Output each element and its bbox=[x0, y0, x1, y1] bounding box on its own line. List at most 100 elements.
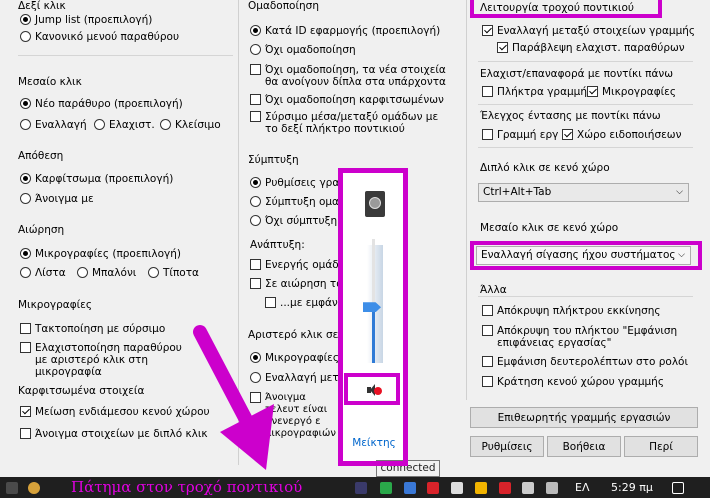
radio-label: Μικρογραφίες (προεπιλογή) bbox=[35, 248, 182, 260]
app-icon[interactable] bbox=[427, 482, 439, 494]
checkbox-box bbox=[250, 278, 261, 289]
app-icon[interactable] bbox=[28, 482, 40, 494]
radio-pin[interactable]: Καρφίτσωμα (προεπιλογή) bbox=[20, 173, 173, 185]
checkbox-label: Χώρο ειδοποιήσεων bbox=[577, 129, 682, 141]
checkbox-label: Ενεργής ομάδα bbox=[265, 259, 346, 271]
checkbox-label: Ελαχιστοποίηση παραθύρου με αριστερό κλι… bbox=[35, 342, 182, 378]
radio-label: Κανονικό μενού παραθύρου bbox=[35, 31, 180, 43]
check-on-hover[interactable]: Σε αιώρηση του bbox=[250, 278, 349, 290]
check-keep-space[interactable]: Κράτηση κενού χώρου γραμμής bbox=[482, 376, 664, 388]
checkbox-label: Πλήκτρα γραμμής bbox=[497, 86, 594, 98]
check-no-group-next[interactable]: Όχι ομαδοποίηση, τα νέα στοιχεία θα ανοί… bbox=[250, 64, 450, 88]
radio-label: Όχι σύμπτυξη ο bbox=[265, 215, 347, 227]
radio-list[interactable]: Λίστα bbox=[20, 267, 66, 279]
check-switch-items[interactable]: Εναλλαγή μεταξύ στοιχείων γραμμής bbox=[482, 25, 695, 37]
column-separator bbox=[466, 0, 467, 400]
app-icon[interactable] bbox=[6, 482, 18, 494]
group-title-right-click: Δεξί κλικ bbox=[18, 0, 66, 12]
radio-new-window[interactable]: Νέο παράθυρο (προεπιλογή) bbox=[20, 98, 183, 110]
radio-group-appid[interactable]: Κατά ID εφαρμογής (προεπιλογή) bbox=[250, 25, 440, 37]
checkbox-label: Σύρσιμο μέσα/μεταξύ ομάδων με το δεξί πλ… bbox=[265, 111, 439, 135]
check-active-group[interactable]: Ενεργής ομάδα bbox=[250, 259, 346, 271]
checkbox-label: Μικρογραφίες bbox=[602, 86, 677, 98]
checkbox-box bbox=[482, 376, 493, 387]
radio-balloon[interactable]: Μπαλόνι bbox=[77, 267, 136, 279]
checkbox-box bbox=[482, 86, 493, 97]
radio-switch[interactable]: Εναλλαγή bbox=[20, 119, 87, 131]
divider bbox=[478, 147, 693, 148]
checkbox-box bbox=[482, 305, 493, 316]
check-with-show[interactable]: ...με εμφάν bbox=[265, 297, 338, 309]
group-title-middle-click: Μεσαίο κλικ bbox=[18, 76, 82, 88]
checkbox-label: Όχι ομαδοποίηση καρφιτσωμένων bbox=[265, 94, 444, 106]
radio-combine-group[interactable]: Σύμπτυξη ομαδ bbox=[250, 196, 345, 208]
dblclick-select[interactable]: Ctrl+Alt+Tab ⌵ bbox=[478, 183, 689, 202]
notification-icon[interactable] bbox=[672, 482, 684, 494]
taskbar-inspector-button[interactable]: Επιθεωρητής γραμμής εργασιών bbox=[470, 407, 698, 428]
radio-nothing[interactable]: Τίποτα bbox=[148, 267, 199, 279]
check-skip-minimized[interactable]: Παράβλεψη ελαχιστ. παραθύρων bbox=[497, 42, 685, 54]
radio-label: Ελαχιστ. bbox=[109, 119, 155, 131]
radio-indicator bbox=[20, 31, 31, 42]
radio-close[interactable]: Κλείσιμο bbox=[160, 119, 221, 131]
language-indicator[interactable]: ΕΛ bbox=[575, 481, 589, 494]
app-icon[interactable] bbox=[404, 482, 416, 494]
radio-no-group[interactable]: Όχι ομαδοποίηση bbox=[250, 44, 356, 56]
checkbox-box bbox=[482, 356, 493, 367]
app-icon[interactable] bbox=[451, 482, 463, 494]
clock[interactable]: 5:29 πμ bbox=[611, 481, 653, 494]
check-show-seconds[interactable]: Εμφάνιση δευτερολέπτων στο ρολόι bbox=[482, 356, 688, 368]
radio-indicator bbox=[250, 215, 261, 226]
volume-icon[interactable] bbox=[546, 482, 558, 494]
check-hide-showdesktop[interactable]: Απόκρυψη του πλήκτου "Εμφάνιση επιφάνεια… bbox=[482, 325, 687, 349]
check-hide-start[interactable]: Απόκρυψη πλήκτρου εκκίνησης bbox=[482, 305, 661, 317]
checkbox-box bbox=[497, 42, 508, 53]
radio-indicator bbox=[77, 267, 88, 278]
check-arrange-drag[interactable]: Τακτοποίηση με σύρσιμο bbox=[20, 323, 165, 335]
radio-indicator bbox=[20, 248, 31, 259]
radio-label: Άνοιγμα με bbox=[35, 193, 94, 205]
checkbox-box bbox=[482, 25, 493, 36]
radio-indicator bbox=[148, 267, 159, 278]
radio-window-menu[interactable]: Κανονικό μενού παραθύρου bbox=[20, 31, 179, 43]
check-vol-taskbar[interactable]: Γραμμή εργ bbox=[482, 129, 558, 141]
radio-indicator bbox=[94, 119, 105, 130]
check-minimize-thumb[interactable]: Ελαχιστοποίηση παραθύρου με αριστερό κλι… bbox=[20, 342, 190, 378]
shield-icon[interactable] bbox=[380, 482, 392, 494]
highlight-box-mixer bbox=[338, 168, 408, 466]
radio-indicator bbox=[20, 14, 31, 25]
help-button[interactable]: Βοήθεια bbox=[547, 436, 621, 457]
check-no-group-pinned[interactable]: Όχι ομαδοποίηση καρφιτσωμένων bbox=[250, 94, 444, 106]
check-bar-buttons[interactable]: Πλήκτρα γραμμής bbox=[482, 86, 593, 98]
group-title-volume: Έλεγχος έντασης με ποντίκι πάνω bbox=[480, 110, 661, 122]
radio-label: Όχι ομαδοποίηση bbox=[265, 44, 356, 56]
annotation-arrow bbox=[193, 325, 274, 470]
network-icon[interactable] bbox=[522, 482, 534, 494]
about-button[interactable]: Περί bbox=[624, 436, 698, 457]
checkbox-label: Τακτοποίηση με σύρσιμο bbox=[35, 323, 166, 335]
check-vol-tray[interactable]: Χώρο ειδοποιήσεων bbox=[562, 129, 681, 141]
checkbox-box bbox=[250, 111, 261, 122]
radio-indicator bbox=[250, 177, 261, 188]
highlight-box-wheel bbox=[470, 0, 662, 18]
radio-label: Σύμπτυξη ομαδ bbox=[265, 196, 346, 208]
check-min-thumbnails[interactable]: Μικρογραφίες bbox=[587, 86, 676, 98]
radio-combine-settings[interactable]: Ρυθμίσεις γραμ bbox=[250, 177, 346, 189]
radio-minimize[interactable]: Ελαχιστ. bbox=[94, 119, 155, 131]
radio-indicator bbox=[250, 25, 261, 36]
radio-jumplist[interactable]: Jump list (προεπιλογή) bbox=[20, 14, 152, 26]
radio-open-with[interactable]: Άνοιγμα με bbox=[20, 193, 94, 205]
drive-icon[interactable] bbox=[475, 482, 487, 494]
app-icon[interactable] bbox=[499, 482, 511, 494]
checkbox-box bbox=[587, 86, 598, 97]
settings-button[interactable]: Ρυθμίσεις bbox=[470, 436, 544, 457]
radio-label: Μπαλόνι bbox=[92, 267, 137, 279]
checkbox-label: Κράτηση κενού χώρου γραμμής bbox=[497, 376, 665, 388]
check-drag-right[interactable]: Σύρσιμο μέσα/μεταξύ ομάδων με το δεξί πλ… bbox=[250, 111, 450, 135]
radio-thumbnails[interactable]: Μικρογραφίες (προεπιλογή) bbox=[20, 248, 181, 260]
radio-indicator bbox=[20, 193, 31, 204]
radio-no-combine[interactable]: Όχι σύμπτυξη ο bbox=[250, 215, 347, 227]
radio-indicator bbox=[20, 119, 31, 130]
app-icon[interactable] bbox=[355, 482, 367, 494]
radio-indicator bbox=[20, 173, 31, 184]
